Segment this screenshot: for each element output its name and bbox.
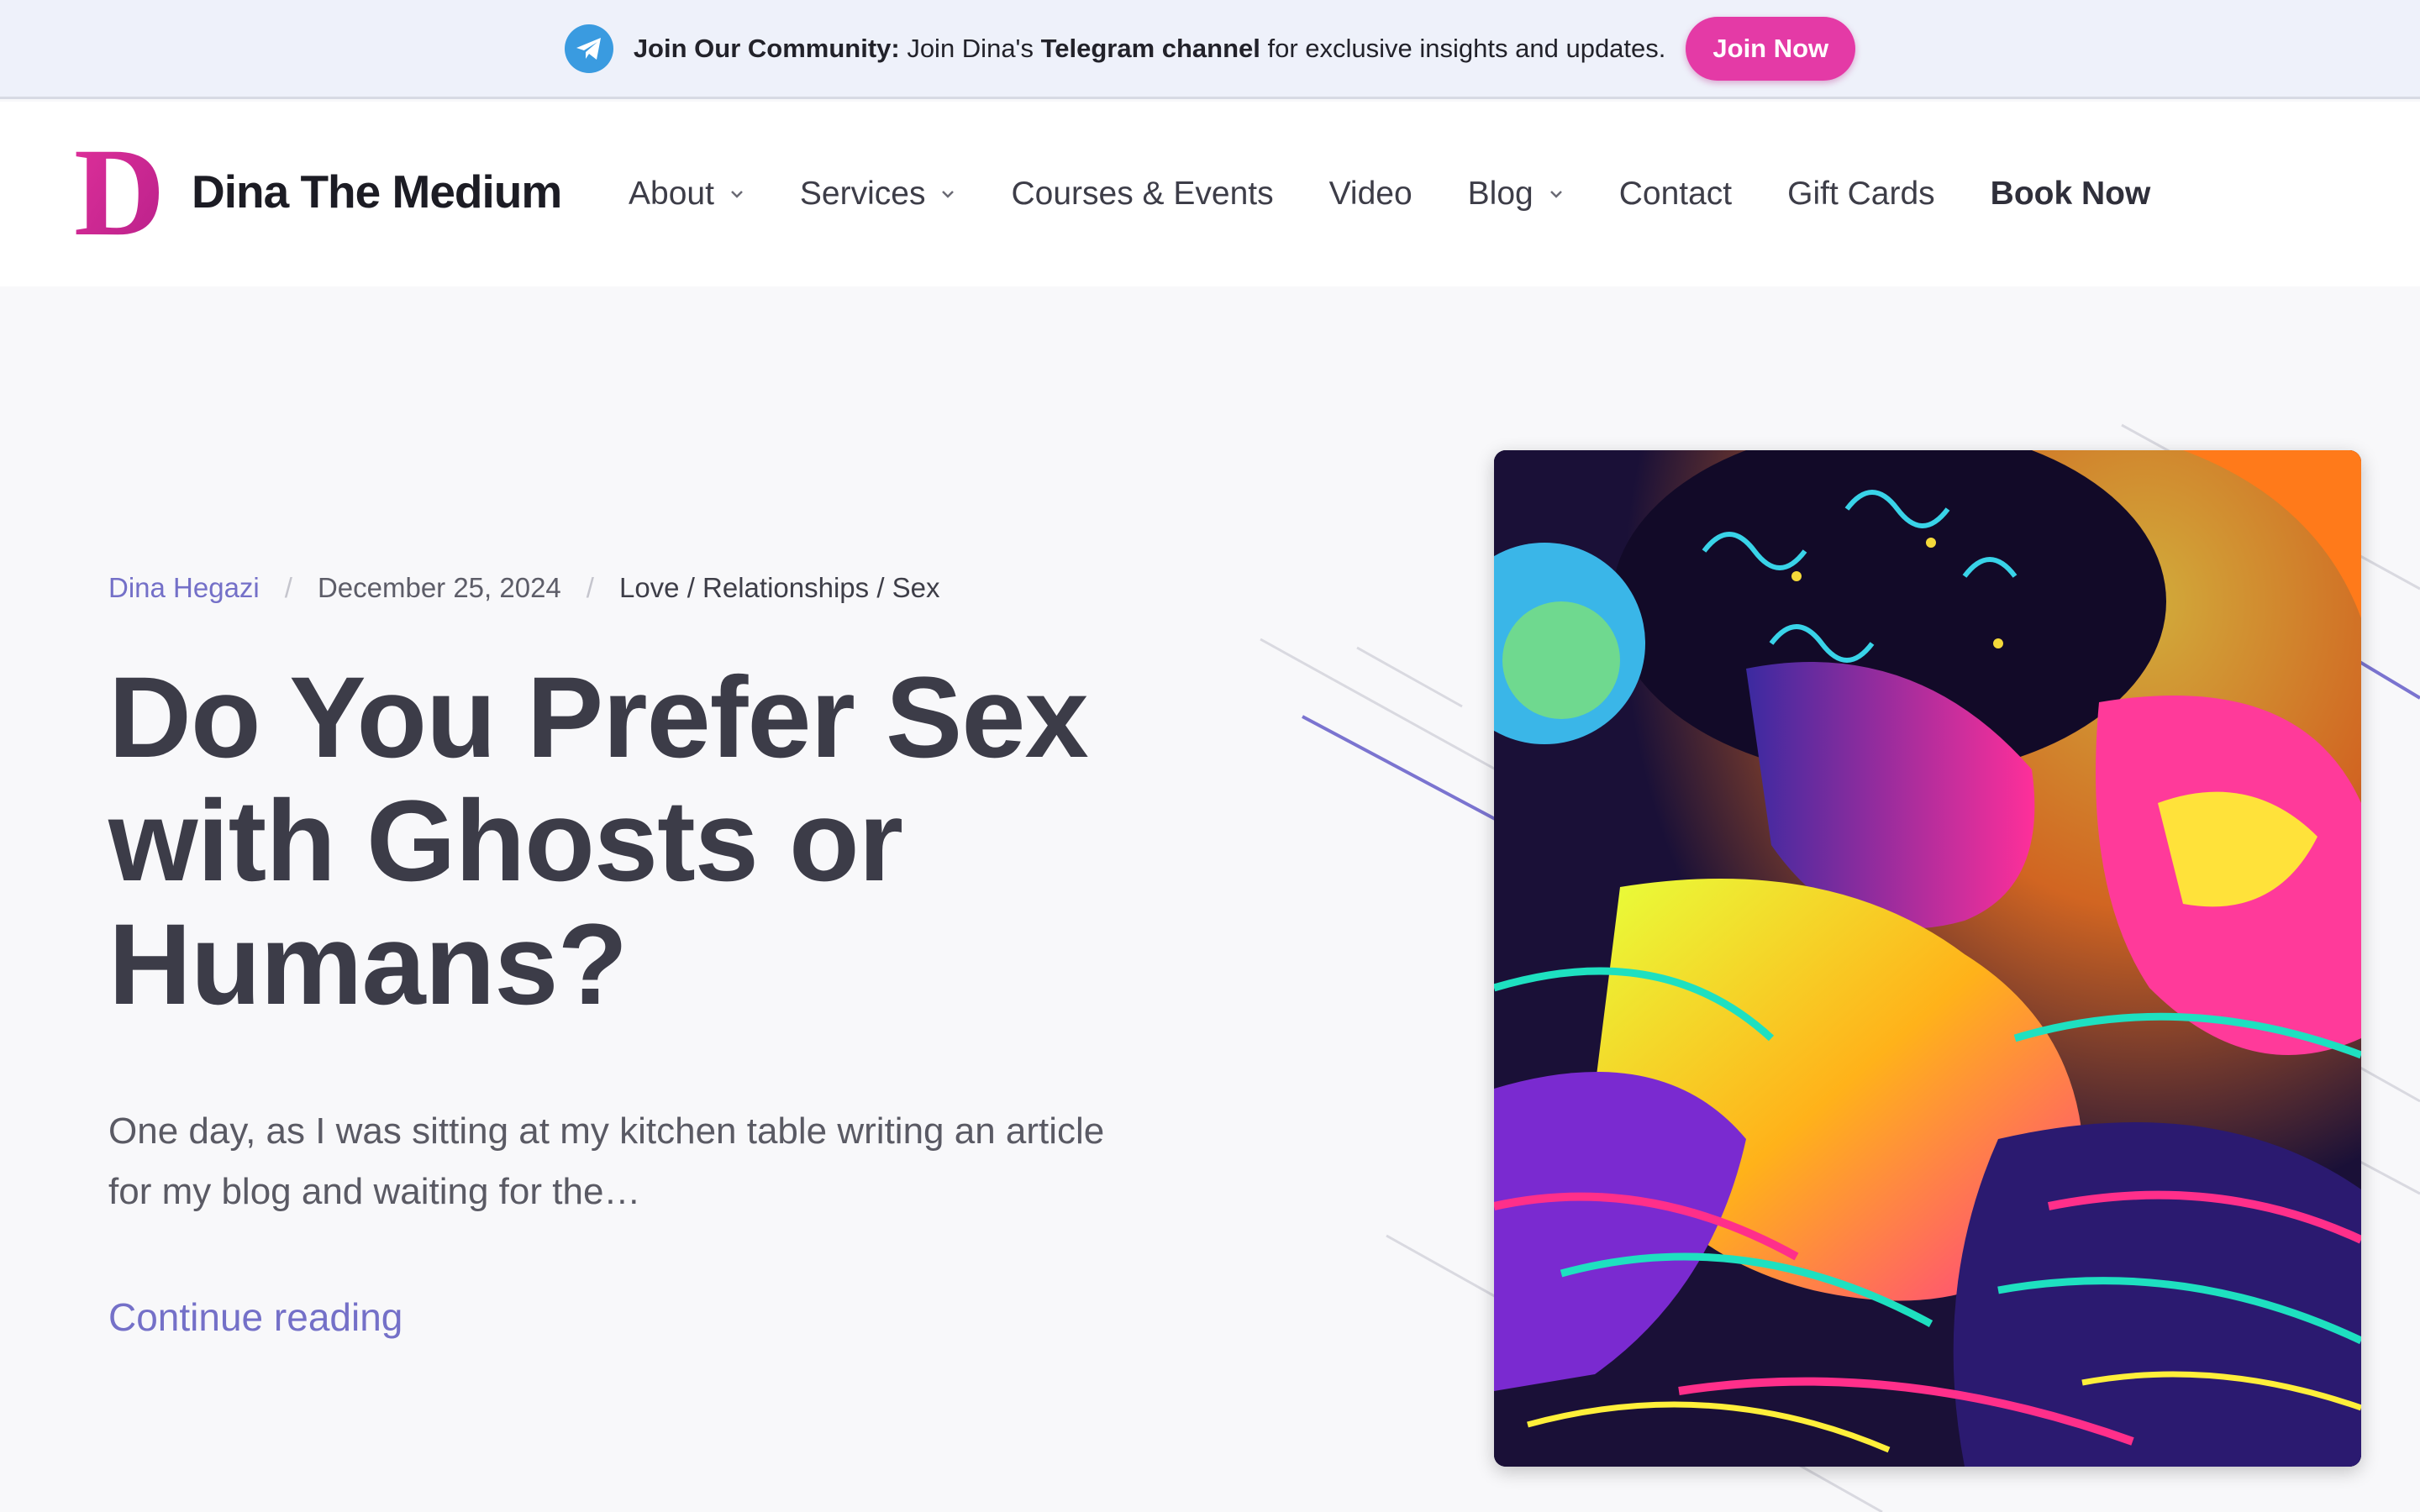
featured-post: Dina Hegazi / December 25, 2024 / Love /… (0, 286, 2420, 1512)
chevron-down-icon (1549, 191, 1562, 198)
nav-book-now[interactable]: Book Now (1991, 176, 2151, 213)
telegram-icon (564, 24, 613, 73)
announcement-content: Join Our Community: Join Dina's Telegram… (564, 16, 1856, 81)
chevron-down-icon (942, 191, 955, 198)
main-nav: About Services Courses & Events Video Bl… (629, 102, 2150, 286)
post-excerpt: One day, as I was sitting at my kitchen … (108, 1110, 1105, 1212)
post-meta: Dina Hegazi / December 25, 2024 / Love /… (108, 572, 940, 604)
announcement-lead: Join Our Community: (633, 33, 900, 63)
post-featured-image[interactable] (1494, 450, 2361, 1467)
announcement-text-after: for exclusive insights and updates. (1260, 33, 1666, 63)
psychedelic-artwork-image (1494, 450, 2361, 1467)
nav-about[interactable]: About (629, 176, 744, 213)
nav-contact[interactable]: Contact (1619, 176, 1732, 213)
nav-blog[interactable]: Blog (1468, 176, 1564, 213)
meta-separator: / (284, 572, 292, 603)
nav-blog-label: Blog (1467, 176, 1534, 212)
logo-letter: D (74, 144, 161, 239)
announcement-text: Join Our Community: Join Dina's Telegram… (634, 34, 1666, 64)
telegram-channel-label: Telegram channel (1040, 33, 1260, 63)
announcement-banner: Join Our Community: Join Dina's Telegram… (0, 0, 2420, 99)
post-date: December 25, 2024 (317, 572, 561, 603)
continue-reading-link[interactable]: Continue reading (108, 1294, 402, 1340)
nav-courses-events[interactable]: Courses & Events (1011, 176, 1273, 213)
site-name: Dina The Medium (192, 165, 562, 218)
nav-services-label: Services (799, 176, 926, 212)
logo-mark-icon: D (74, 144, 161, 239)
site-header: D Dina The Medium About Services Courses… (0, 102, 2420, 286)
chevron-down-icon (731, 191, 743, 198)
announcement-text-before: Join Dina's (899, 33, 1041, 63)
site-logo-link[interactable]: D Dina The Medium (74, 144, 562, 239)
post-title[interactable]: Do You Prefer Sex with Ghosts or Humans? (108, 656, 1117, 1026)
nav-services[interactable]: Services (800, 176, 956, 213)
meta-separator: / (586, 572, 594, 603)
nav-video[interactable]: Video (1329, 176, 1413, 213)
join-now-button[interactable]: Join Now (1686, 16, 1856, 81)
post-categories[interactable]: Love / Relationships / Sex (619, 572, 940, 604)
post-author-link[interactable]: Dina Hegazi (108, 572, 260, 604)
nav-gift-cards[interactable]: Gift Cards (1787, 176, 1935, 213)
nav-about-label: About (629, 176, 714, 212)
